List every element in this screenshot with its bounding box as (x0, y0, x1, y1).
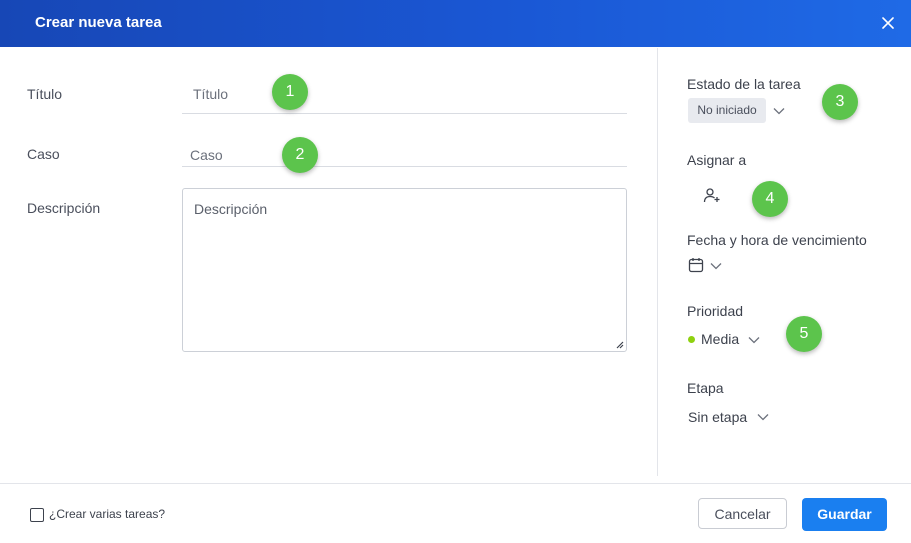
save-button[interactable]: Guardar (802, 498, 887, 531)
close-button[interactable] (877, 12, 899, 34)
status-label: Estado de la tarea (687, 76, 801, 92)
close-icon (882, 17, 894, 29)
due-date-label: Fecha y hora de vencimiento (687, 232, 867, 248)
annotation-badge-5: 5 (786, 316, 822, 352)
description-placeholder: Descripción (194, 201, 268, 217)
create-multiple-label[interactable]: ¿Crear varias tareas? (49, 507, 165, 521)
stage-label: Etapa (687, 380, 724, 396)
cancel-button[interactable]: Cancelar (698, 498, 787, 529)
annotation-badge-3: 3 (822, 84, 858, 120)
annotation-badge-4: 4 (752, 181, 788, 217)
resize-handle-icon[interactable] (615, 340, 624, 349)
dialog-title: Crear nueva tarea (35, 14, 162, 31)
case-input[interactable]: Caso (190, 147, 223, 163)
title-input[interactable]: Título (193, 86, 228, 102)
create-task-dialog: Crear nueva tarea Título Título Caso Cas… (0, 0, 911, 543)
dialog-header: Crear nueva tarea (0, 0, 911, 47)
case-label: Caso (27, 146, 60, 162)
title-label: Título (27, 86, 63, 102)
stage-chevron-down-icon[interactable] (757, 413, 769, 421)
footer-divider (0, 483, 911, 484)
calendar-icon[interactable] (688, 257, 704, 273)
status-dropdown[interactable]: No iniciado (688, 98, 766, 123)
stage-dropdown[interactable]: Sin etapa (688, 409, 747, 425)
status-chevron-down-icon[interactable] (773, 107, 785, 115)
add-user-icon[interactable] (703, 186, 721, 204)
priority-dot (688, 336, 695, 343)
create-multiple-checkbox[interactable] (30, 508, 44, 522)
priority-chevron-down-icon[interactable] (748, 336, 760, 344)
priority-label: Prioridad (687, 303, 744, 319)
description-label: Descripción (27, 200, 101, 216)
column-divider (657, 48, 658, 476)
priority-dropdown[interactable]: Media (701, 331, 739, 347)
due-date-chevron-down-icon[interactable] (710, 262, 722, 270)
case-input-underline (182, 166, 627, 167)
annotation-badge-1: 1 (272, 74, 308, 110)
annotation-badge-2: 2 (282, 137, 318, 173)
title-input-underline (182, 113, 627, 114)
description-textarea[interactable]: Descripción (182, 188, 627, 352)
assign-label: Asignar a (687, 152, 747, 168)
